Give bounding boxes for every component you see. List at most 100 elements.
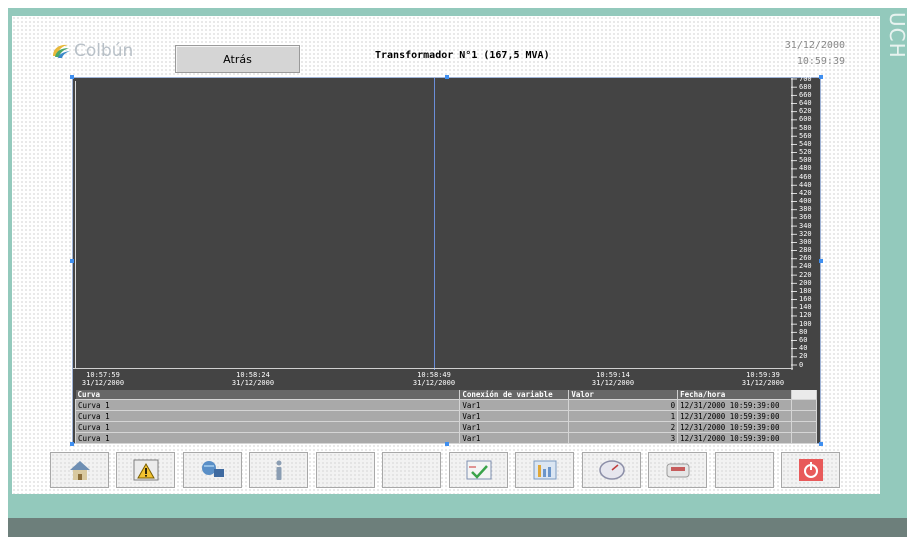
cell-fecha: 12/31/2000 10:59:39:00 (677, 410, 793, 422)
y-tick-label: 500 (799, 156, 812, 165)
network-icon (201, 461, 224, 477)
x-tick-label: 10:59:39 31/12/2000 (733, 371, 793, 387)
selection-handle[interactable] (70, 259, 74, 263)
print-icon (666, 463, 689, 478)
bars-button[interactable] (515, 452, 574, 488)
y-tick-label: 220 (799, 270, 812, 279)
x-tick-label: 10:58:49 31/12/2000 (404, 371, 464, 387)
colbun-logo: Colbún (50, 40, 133, 62)
y-tick-label: 320 (799, 229, 812, 238)
gauge-icon (598, 460, 625, 480)
y-tick-label: 300 (799, 237, 812, 246)
trend-button[interactable] (449, 452, 508, 488)
bottom-bar (8, 518, 907, 537)
y-tick-label: 20 (799, 352, 808, 361)
cell-fecha: 12/31/2000 10:59:39:00 (677, 421, 793, 433)
empty-button[interactable] (715, 452, 774, 488)
cell-conexion: Var1 (459, 410, 570, 422)
cell-curva: Curva 1 (74, 410, 461, 422)
trend-legend-table: Curva Conexión de variable Valor Fecha/h… (74, 390, 817, 444)
y-tick-label: 260 (799, 254, 812, 263)
cell-blank (791, 421, 817, 433)
empty-button[interactable] (316, 452, 375, 488)
y-tick-label: 480 (799, 164, 812, 173)
trend-view[interactable]: 700 680 660 640 620 600 580 560 540 520 500 480 460 4… (72, 75, 821, 444)
info-button[interactable] (249, 452, 308, 488)
alarms-button[interactable] (116, 452, 175, 488)
y-tick-label: 640 (799, 99, 812, 107)
page-title: Transformador N°1 (167,5 MVA) (375, 50, 550, 61)
y-tick-label: 40 (799, 344, 808, 353)
cell-valor: 2 (568, 421, 679, 433)
y-tick-label: 60 (799, 335, 808, 344)
cell-blank (791, 410, 817, 422)
cell-conexion: Var1 (459, 432, 570, 444)
selection-handle[interactable] (819, 75, 823, 79)
cell-valor: 0 (568, 399, 679, 411)
selection-handle[interactable] (819, 259, 823, 263)
y-tick-label: 360 (799, 213, 812, 222)
trend-plot-area[interactable] (73, 78, 793, 370)
col-valor: Valor (568, 390, 679, 400)
y-tick-label: 680 (799, 82, 812, 91)
x-tick-date: 31/12/2000 (231, 379, 275, 387)
shutdown-button[interactable] (781, 452, 840, 488)
table-row[interactable]: Curva 1 Var1 2 12/31/2000 10:59:39:00 (74, 421, 817, 433)
empty-button[interactable] (382, 452, 441, 488)
y-tick-label: 0 (799, 360, 804, 369)
selection-handle[interactable] (445, 442, 449, 446)
col-blank (791, 390, 817, 400)
y-tick-label: 600 (799, 115, 812, 124)
y-tick-label: 120 (799, 311, 812, 320)
x-tick-time: 10:57:59 (86, 371, 120, 379)
power-icon (798, 459, 823, 481)
logo-mark-icon (50, 42, 72, 60)
y-tick-label: 660 (799, 90, 812, 99)
y-tick-label: 420 (799, 188, 812, 197)
cell-valor: 3 (568, 432, 679, 444)
ruler-cursor[interactable] (434, 78, 435, 370)
info-icon (276, 460, 281, 480)
x-tick-label: 10:59:14 31/12/2000 (583, 371, 643, 387)
y-tick-label: 340 (799, 221, 812, 230)
x-tick-time: 10:59:39 (746, 371, 780, 379)
logo-text: Colbún (74, 41, 134, 61)
y-tick-label: 80 (799, 327, 808, 336)
y-tick-label: 460 (799, 172, 812, 181)
current-time: 10:59:39 (796, 56, 845, 67)
gauge-button[interactable] (582, 452, 641, 488)
cell-blank (791, 432, 817, 444)
x-tick-date: 31/12/2000 (81, 379, 125, 387)
y-tick-label: 160 (799, 295, 812, 304)
table-row[interactable]: Curva 1 Var1 1 12/31/2000 10:59:39:00 (74, 410, 817, 422)
home-button[interactable] (50, 452, 109, 488)
y-tick-label: 240 (799, 262, 812, 271)
x-tick-date: 31/12/2000 (741, 379, 785, 387)
print-button[interactable] (648, 452, 707, 488)
y-tick-label: 180 (799, 286, 812, 295)
col-fecha: Fecha/hora (677, 390, 793, 400)
table-row[interactable]: Curva 1 Var1 0 12/31/2000 10:59:39:00 (74, 399, 817, 411)
back-button[interactable]: Atrás (175, 45, 300, 73)
col-curva: Curva (75, 390, 461, 400)
y-tick-label: 400 (799, 197, 812, 206)
x-tick-date: 31/12/2000 (412, 379, 456, 387)
y-tick-label: 140 (799, 303, 812, 312)
y-tick-label: 380 (799, 205, 812, 214)
legend-header-row: Curva Conexión de variable Valor Fecha/h… (75, 390, 817, 400)
selection-handle[interactable] (445, 75, 449, 79)
time-axis: 10:57:59 31/12/2000 10:58:24 31/12/2000 10:5… (73, 368, 793, 391)
y-tick-label: 280 (799, 246, 812, 255)
cell-curva: Curva 1 (74, 399, 461, 411)
y-tick-label: 620 (799, 107, 812, 116)
network-button[interactable] (183, 452, 242, 488)
trend-check-icon (466, 460, 491, 480)
selection-handle[interactable] (70, 442, 74, 446)
selection-handle[interactable] (70, 75, 74, 79)
side-label: UCH (885, 12, 909, 59)
selection-handle[interactable] (819, 442, 823, 446)
y-tick-label: 520 (799, 148, 812, 157)
left-axis-line (75, 81, 76, 369)
y-tick-label: 580 (799, 123, 812, 132)
x-tick-time: 10:58:49 (417, 371, 451, 379)
